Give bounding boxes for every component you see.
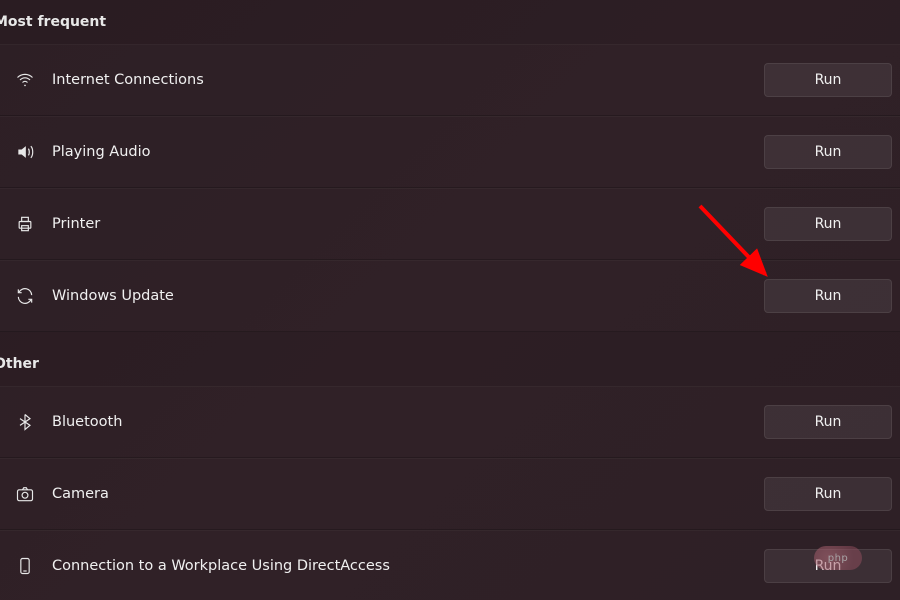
bluetooth-icon [10,412,40,432]
troubleshooter-item-directaccess[interactable]: Connection to a Workplace Using DirectAc… [0,530,900,600]
wifi-icon [10,70,40,90]
troubleshooter-item-printer[interactable]: Printer Run [0,188,900,260]
troubleshooter-label: Internet Connections [40,72,764,88]
troubleshooter-item-internet[interactable]: Internet Connections Run [0,44,900,116]
troubleshooter-item-audio[interactable]: Playing Audio Run [0,116,900,188]
troubleshooter-label: Camera [40,486,764,502]
run-button-printer[interactable]: Run [764,207,892,241]
troubleshooter-label: Bluetooth [40,414,764,430]
run-button-camera[interactable]: Run [764,477,892,511]
troubleshooter-label: Windows Update [40,288,764,304]
watermark-badge: php [814,546,862,570]
run-button-bluetooth[interactable]: Run [764,405,892,439]
printer-icon [10,214,40,234]
update-icon [10,286,40,306]
run-button-internet[interactable]: Run [764,63,892,97]
troubleshooter-label: Playing Audio [40,144,764,160]
troubleshooter-label: Printer [40,216,764,232]
run-button-audio[interactable]: Run [764,135,892,169]
troubleshooter-item-camera[interactable]: Camera Run [0,458,900,530]
section-header-other: Other [0,332,900,386]
troubleshooter-item-windows-update[interactable]: Windows Update Run [0,260,900,332]
run-button-windows-update[interactable]: Run [764,279,892,313]
camera-icon [10,484,40,504]
speaker-icon [10,142,40,162]
device-icon [10,556,40,576]
troubleshooter-label: Connection to a Workplace Using DirectAc… [40,558,764,574]
section-header-most-frequent: Most frequent [0,0,900,44]
troubleshooter-page: Most frequent Internet Connections Run P… [0,0,900,600]
troubleshooter-item-bluetooth[interactable]: Bluetooth Run [0,386,900,458]
